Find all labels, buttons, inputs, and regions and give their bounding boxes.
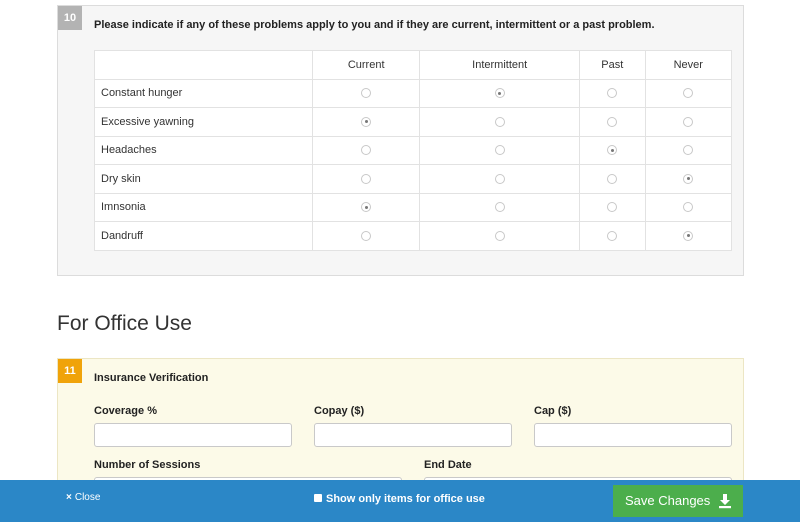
matrix-cell (419, 135, 580, 165)
column-header: Intermittent (419, 50, 580, 80)
matrix-row: Dry skin (94, 164, 733, 194)
radio-current[interactable] (361, 145, 372, 156)
matrix-cell (311, 164, 421, 194)
matrix-row: Dandruff (94, 221, 733, 251)
question-number-badge: 11 (58, 359, 82, 383)
sessions-label: Number of Sessions (94, 459, 201, 471)
matrix-cell (578, 78, 646, 108)
problem-label: Excessive yawning (94, 107, 313, 137)
radio-intermittent[interactable] (494, 116, 505, 127)
radio-intermittent[interactable] (494, 173, 505, 184)
close-label: Close (74, 492, 101, 503)
matrix-header-row: Current Intermittent Past Never (94, 50, 733, 80)
problem-label: Dandruff (94, 221, 313, 251)
matrix-row: Headaches (94, 135, 733, 165)
cap-label: Cap ($) (534, 405, 572, 417)
radio-current[interactable] (361, 88, 372, 99)
radio-current[interactable] (361, 230, 372, 241)
matrix-corner-cell (94, 50, 313, 80)
close-button[interactable]: × Close (66, 492, 100, 503)
radio-past[interactable] (607, 230, 618, 241)
question-number-badge: 10 (58, 6, 82, 30)
radio-intermittent[interactable] (494, 202, 505, 213)
problem-label: Constant hunger (94, 78, 313, 108)
matrix-cell (419, 221, 580, 251)
matrix-cell (644, 192, 733, 222)
problem-label: Imnsonia (94, 192, 313, 222)
problem-label: Headaches (94, 135, 313, 165)
matrix-cell (644, 107, 733, 137)
matrix-cell (578, 221, 646, 251)
matrix-cell (311, 135, 421, 165)
copay-label: Copay ($) (314, 405, 365, 417)
matrix-row: Constant hunger (94, 78, 733, 108)
matrix-row: Excessive yawning (94, 107, 733, 137)
question-10-panel: 10 Please indicate if any of these probl… (57, 5, 744, 276)
radio-intermittent[interactable] (494, 88, 505, 99)
matrix-cell (311, 78, 421, 108)
radio-intermittent[interactable] (494, 230, 505, 241)
radio-intermittent[interactable] (494, 145, 505, 156)
office-only-toggle[interactable]: Show only items for office use (314, 493, 485, 505)
matrix-cell (419, 107, 580, 137)
end-date-label: End Date (424, 459, 472, 471)
download-icon (719, 494, 731, 509)
radio-current[interactable] (361, 202, 372, 213)
radio-past[interactable] (607, 88, 618, 99)
cap-input[interactable] (534, 423, 732, 447)
save-label: Save Changes (625, 493, 711, 508)
matrix-cell (644, 164, 733, 194)
radio-current[interactable] (361, 173, 372, 184)
matrix-cell (578, 192, 646, 222)
matrix-cell (419, 78, 580, 108)
matrix-cell (644, 135, 733, 165)
matrix-cell (578, 135, 646, 165)
radio-past[interactable] (607, 116, 618, 127)
radio-current[interactable] (361, 116, 372, 127)
radio-never[interactable] (683, 116, 694, 127)
radio-past[interactable] (607, 145, 618, 156)
office-use-heading: For Office Use (57, 312, 192, 335)
save-changes-button[interactable]: Save Changes (613, 485, 743, 517)
matrix-cell (419, 192, 580, 222)
column-header: Past (578, 50, 646, 80)
question-title: Insurance Verification (94, 372, 209, 384)
radio-never[interactable] (683, 145, 694, 156)
radio-past[interactable] (607, 173, 618, 184)
radio-past[interactable] (607, 202, 618, 213)
matrix-row: Imnsonia (94, 192, 733, 222)
copay-input[interactable] (314, 423, 512, 447)
radio-never[interactable] (683, 173, 694, 184)
office-only-checkbox[interactable] (314, 494, 322, 503)
radio-never[interactable] (683, 230, 694, 241)
problem-label: Dry skin (94, 164, 313, 194)
matrix-cell (644, 221, 733, 251)
coverage-input[interactable] (94, 423, 292, 447)
close-icon: × (66, 492, 72, 503)
column-header: Never (644, 50, 733, 80)
matrix-cell (644, 78, 733, 108)
problems-matrix: Current Intermittent Past Never Constant… (94, 50, 733, 251)
footer-bar: × Close Show only items for office use Sa… (0, 480, 800, 522)
matrix-cell (311, 192, 421, 222)
column-header: Current (311, 50, 421, 80)
matrix-cell (578, 107, 646, 137)
matrix-cell (578, 164, 646, 194)
radio-never[interactable] (683, 202, 694, 213)
radio-never[interactable] (683, 88, 694, 99)
question-11-panel: 11 Insurance Verification Coverage % Cop… (57, 358, 744, 501)
matrix-cell (419, 164, 580, 194)
coverage-label: Coverage % (94, 405, 157, 417)
matrix-cell (311, 107, 421, 137)
matrix-cell (311, 221, 421, 251)
question-prompt: Please indicate if any of these problems… (94, 19, 655, 31)
office-only-label: Show only items for office use (326, 493, 485, 505)
